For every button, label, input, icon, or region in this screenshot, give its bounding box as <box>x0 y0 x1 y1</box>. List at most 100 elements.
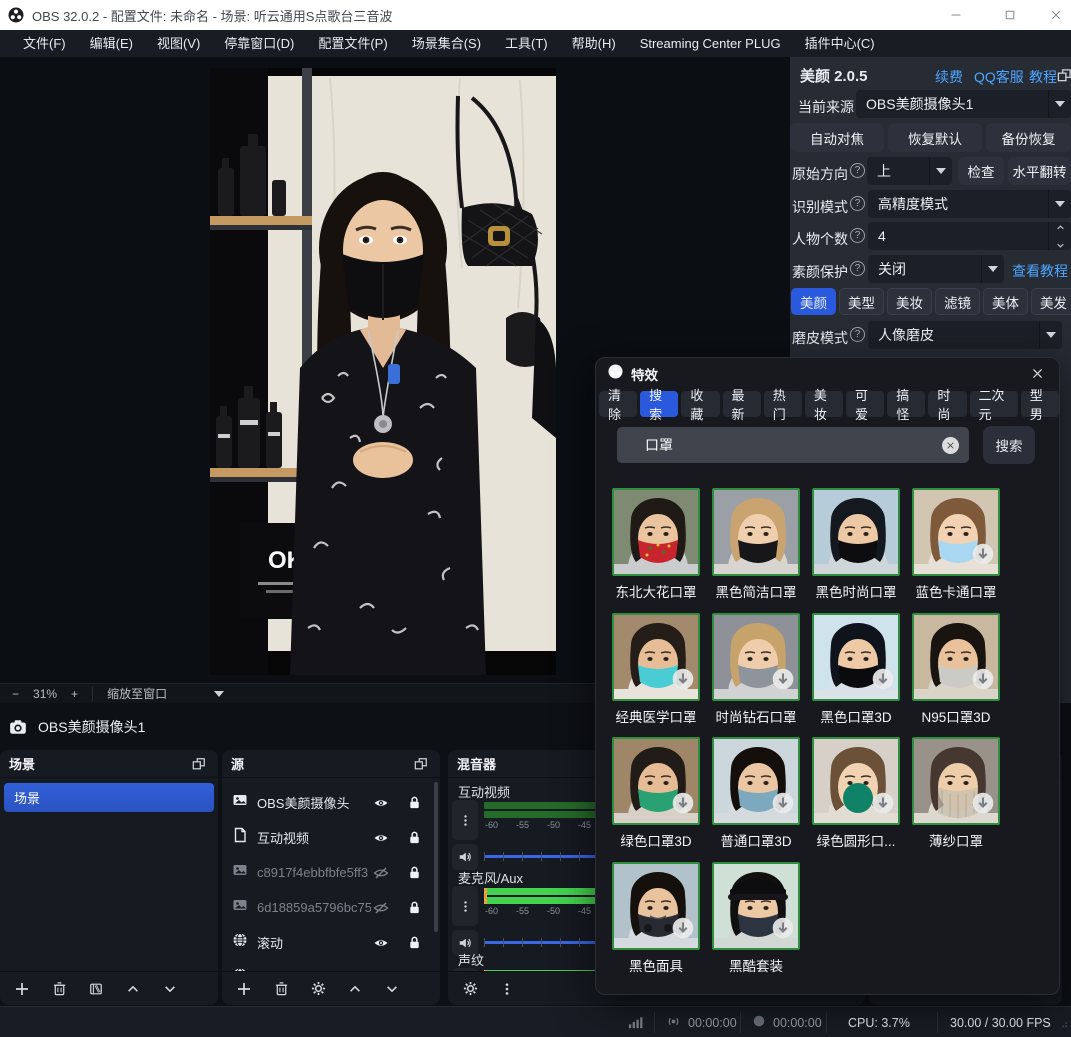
menu-item-5[interactable]: 场景集合(S) <box>401 30 492 57</box>
current-source-select[interactable]: OBS美颜摄像头1 <box>856 90 1071 118</box>
source-row-2[interactable]: c8917f4ebbfbfe5ff3 <box>222 855 434 890</box>
menu-item-1[interactable]: 编辑(E) <box>79 30 144 57</box>
menu-item-0[interactable]: 文件(F) <box>12 30 77 57</box>
effects-tab-6[interactable]: 可爱 <box>846 391 884 417</box>
advanced-audio-button[interactable] <box>460 979 480 999</box>
close-button[interactable] <box>1033 0 1071 30</box>
zoom-out-button[interactable]: − <box>12 687 19 701</box>
dock-popout-icon[interactable] <box>189 754 209 774</box>
beauty-tab-5[interactable]: 美发 <box>1031 288 1071 315</box>
menu-item-2[interactable]: 视图(V) <box>146 30 211 57</box>
help-icon[interactable]: ? <box>850 163 865 178</box>
effects-tab-7[interactable]: 搞怪 <box>887 391 925 417</box>
download-icon[interactable] <box>772 792 794 819</box>
source-row-5[interactable]: 系统 <box>222 960 434 971</box>
effect-thumbnail[interactable] <box>712 488 800 576</box>
view-tutorial-link[interactable]: 查看教程 <box>1012 261 1068 281</box>
effect-thumbnail[interactable] <box>912 613 1000 701</box>
chevron-down-icon[interactable] <box>214 691 224 697</box>
help-icon[interactable]: ? <box>850 228 865 243</box>
channel-menu-button[interactable] <box>452 886 478 926</box>
mixer-menu-button[interactable] <box>497 979 517 999</box>
lock-icon[interactable] <box>404 933 424 953</box>
effect-thumbnail[interactable] <box>612 613 700 701</box>
beauty-tab-1[interactable]: 美型 <box>839 288 884 315</box>
effect-thumbnail[interactable] <box>812 488 900 576</box>
download-icon[interactable] <box>972 543 994 570</box>
download-icon[interactable] <box>872 792 894 819</box>
check-button[interactable]: 检查 <box>958 157 1004 185</box>
download-icon[interactable] <box>772 917 794 944</box>
lock-icon[interactable] <box>404 793 424 813</box>
channel-menu-button[interactable] <box>452 800 478 840</box>
spin-up-icon[interactable] <box>1056 219 1065 235</box>
effect-thumbnail[interactable] <box>812 737 900 825</box>
add-scene-button[interactable] <box>12 979 32 999</box>
spin-down-icon[interactable] <box>1056 237 1065 253</box>
orientation-select[interactable]: 上 <box>867 157 952 185</box>
effects-search-input[interactable] <box>617 437 907 453</box>
effects-tab-5[interactable]: 美妆 <box>805 391 843 417</box>
effects-tab-3[interactable]: 最新 <box>723 391 761 417</box>
effects-tab-2[interactable]: 收藏 <box>681 391 719 417</box>
effect-thumbnail[interactable] <box>912 488 1000 576</box>
effects-tab-0[interactable]: 清除 <box>599 391 637 417</box>
visibility-eye-off-icon[interactable] <box>371 898 391 918</box>
move-source-down-button[interactable] <box>382 979 402 999</box>
download-icon[interactable] <box>672 792 694 819</box>
maximize-button[interactable] <box>987 0 1033 30</box>
effect-thumbnail[interactable] <box>612 862 700 950</box>
recognition-select[interactable]: 高精度模式 <box>868 190 1071 218</box>
download-icon[interactable] <box>972 668 994 695</box>
download-icon[interactable] <box>772 668 794 695</box>
minimize-button[interactable] <box>933 0 979 30</box>
source-row-1[interactable]: 互动视频 <box>222 820 434 855</box>
download-icon[interactable] <box>672 668 694 695</box>
sources-scrollbar[interactable] <box>434 782 438 932</box>
clear-search-icon[interactable] <box>942 437 959 454</box>
add-source-button[interactable] <box>234 979 254 999</box>
dock-popout-icon[interactable] <box>411 754 431 774</box>
qq-support-link[interactable]: QQ客服 <box>974 67 1024 87</box>
download-icon[interactable] <box>972 792 994 819</box>
move-source-up-button[interactable] <box>345 979 365 999</box>
smooth-mode-select[interactable]: 人像磨皮 <box>868 321 1062 349</box>
effects-tab-1[interactable]: 搜索 <box>640 391 678 417</box>
effects-tab-10[interactable]: 型男 <box>1021 391 1059 417</box>
scene-list-item[interactable]: 场景 <box>4 783 214 812</box>
horizontal-flip-button[interactable]: 水平翻转 <box>1008 157 1071 185</box>
source-row-4[interactable]: 滚动 <box>222 925 434 960</box>
source-row-0[interactable]: OBS美颜摄像头 <box>222 785 434 820</box>
beauty-tab-3[interactable]: 滤镜 <box>935 288 980 315</box>
autofocus-button[interactable]: 自动对焦 <box>790 123 884 152</box>
effects-tab-9[interactable]: 二次元 <box>970 391 1018 417</box>
effect-thumbnail[interactable] <box>612 488 700 576</box>
source-properties-button[interactable] <box>308 979 328 999</box>
menu-item-6[interactable]: 工具(T) <box>494 30 559 57</box>
move-scene-down-button[interactable] <box>160 979 180 999</box>
lock-icon[interactable] <box>404 898 424 918</box>
move-scene-up-button[interactable] <box>123 979 143 999</box>
menu-item-7[interactable]: 帮助(H) <box>561 30 627 57</box>
download-icon[interactable] <box>872 668 894 695</box>
effect-thumbnail[interactable] <box>912 737 1000 825</box>
effect-thumbnail[interactable] <box>712 737 800 825</box>
bare-face-select[interactable]: 关闭 <box>868 255 1004 283</box>
menu-item-8[interactable]: Streaming Center PLUG <box>629 30 792 57</box>
visibility-eye-icon[interactable] <box>371 828 391 848</box>
beauty-tab-0[interactable]: 美颜 <box>791 288 836 315</box>
zoom-in-button[interactable]: + <box>71 687 78 701</box>
lock-icon[interactable] <box>404 863 424 883</box>
remove-source-button[interactable] <box>271 979 291 999</box>
person-count-spinner[interactable]: 4 <box>868 222 1071 250</box>
effect-thumbnail[interactable] <box>812 613 900 701</box>
fit-to-window-select[interactable]: 缩放至窗口 <box>107 685 193 702</box>
effects-tab-8[interactable]: 时尚 <box>928 391 966 417</box>
visibility-eye-icon[interactable] <box>371 933 391 953</box>
remove-scene-button[interactable] <box>49 979 69 999</box>
scene-filters-button[interactable] <box>86 979 106 999</box>
download-icon[interactable] <box>672 917 694 944</box>
source-row-3[interactable]: 6d18859a5796bc75 <box>222 890 434 925</box>
effects-tab-4[interactable]: 热门 <box>764 391 802 417</box>
effect-thumbnail[interactable] <box>712 862 800 950</box>
